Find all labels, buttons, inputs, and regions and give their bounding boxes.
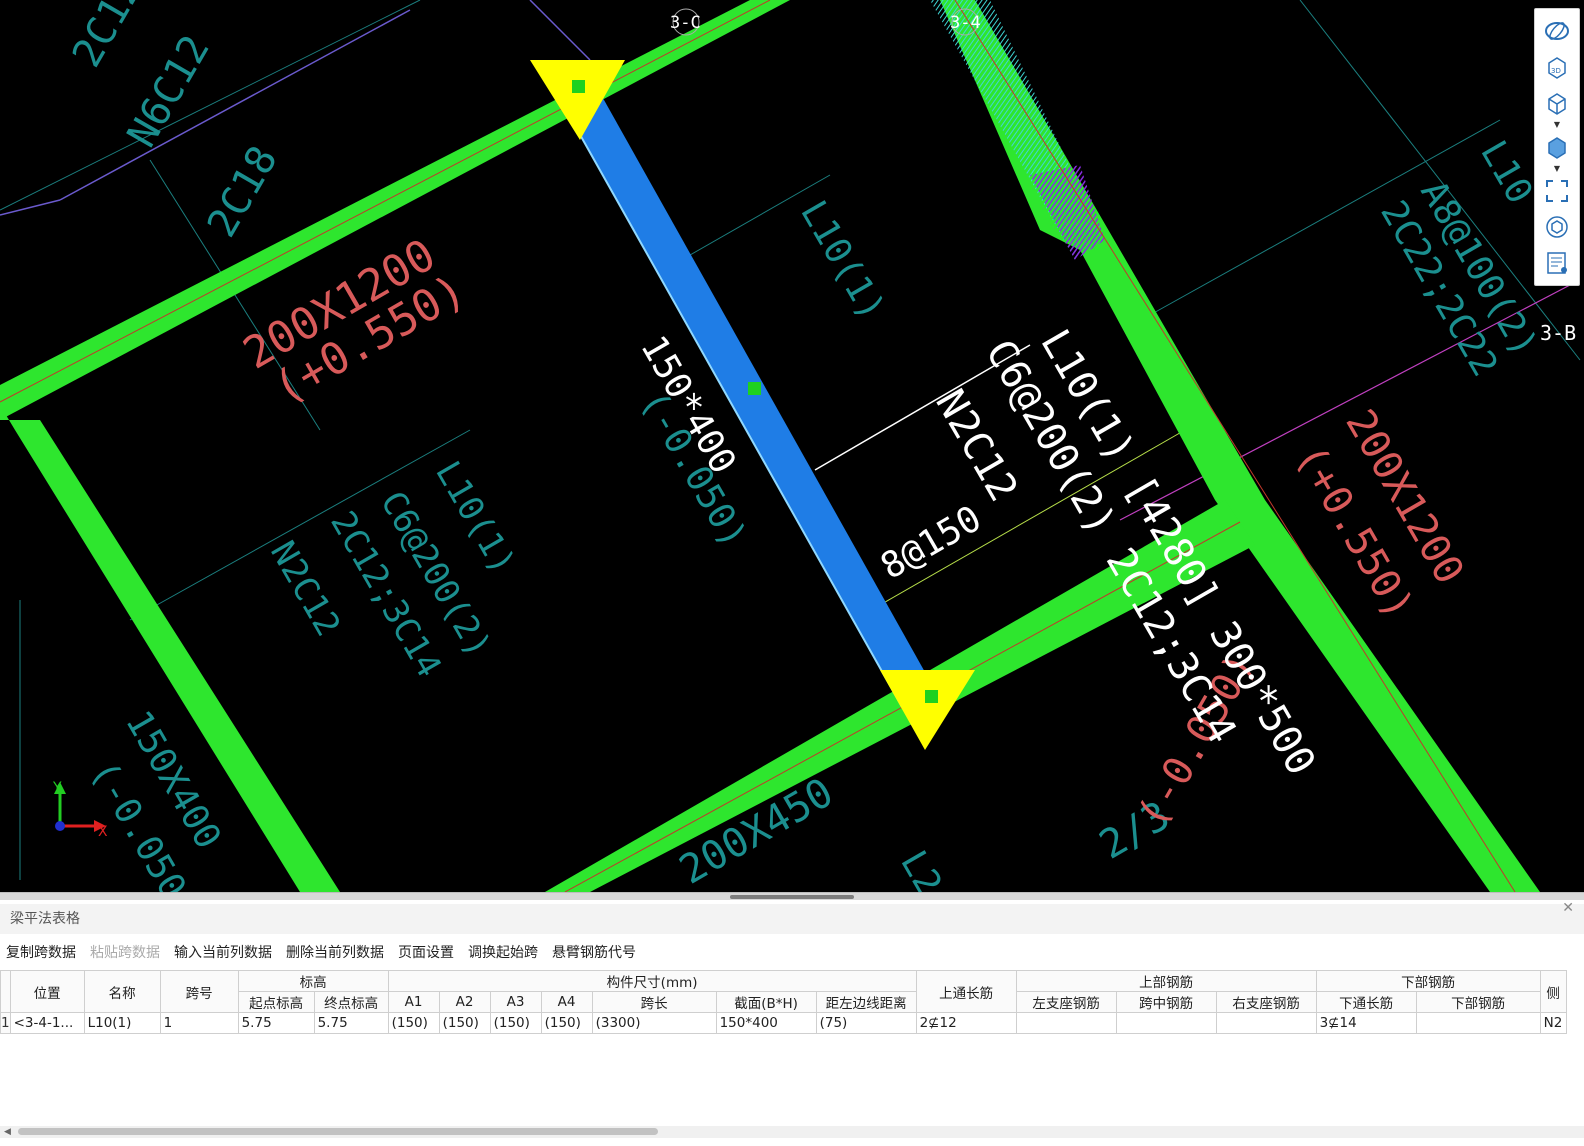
col-edge-dist[interactable]: 距左边线距离	[815, 991, 917, 1013]
col-right-support[interactable]: 右支座钢筋	[1215, 991, 1317, 1013]
paste-span-button[interactable]: 粘贴跨数据	[90, 940, 160, 966]
col-group-top: 上部钢筋	[1015, 970, 1317, 992]
fit-view-icon[interactable]	[1541, 175, 1573, 207]
horizontal-scrollbar[interactable]: ◀	[0, 1126, 1584, 1138]
col-a1[interactable]: A1	[387, 991, 440, 1013]
cell-a3[interactable]: (150)	[489, 1012, 542, 1034]
grip-end-handle[interactable]	[925, 690, 938, 703]
box-view-icon[interactable]	[1541, 87, 1573, 119]
col-span-length[interactable]: 跨长	[591, 991, 717, 1013]
cantilever-code-button[interactable]: 悬臂钢筋代号	[552, 940, 636, 966]
view-toolbar: 3D ▼ ▼	[1534, 8, 1580, 286]
cell-a2[interactable]: (150)	[438, 1012, 491, 1034]
panel-title-bar: 梁平法表格	[0, 904, 1584, 934]
col-mid-span[interactable]: 跨中钢筋	[1115, 991, 1217, 1013]
3d-view-icon[interactable]: 3D	[1541, 51, 1573, 83]
cell-name[interactable]: L10(1)	[83, 1012, 161, 1034]
annot-tr-l10: L10	[1472, 134, 1540, 211]
cell-end-elev[interactable]: 5.75	[313, 1012, 389, 1034]
col-bottom-bar[interactable]: 下部钢筋	[1415, 991, 1541, 1013]
cell-right-support[interactable]	[1215, 1012, 1317, 1034]
axis-y-label: Y	[52, 780, 62, 796]
annot-a8: 8@150	[874, 498, 988, 588]
delete-column-button[interactable]: 删除当前列数据	[286, 940, 384, 966]
col-end-elev[interactable]: 终点标高	[313, 991, 389, 1013]
col-a2[interactable]: A2	[438, 991, 491, 1013]
property-icon[interactable]	[1541, 247, 1573, 279]
cell-span-length[interactable]: (3300)	[591, 1012, 717, 1034]
axis-label-34: 3-4	[950, 13, 981, 33]
view-cube-icon[interactable]	[1541, 211, 1573, 243]
annot-n6c12: N6C12	[119, 28, 219, 155]
ucs-axis-indicator: Y X	[48, 780, 128, 840]
col-bottom-long[interactable]: 下通长筋	[1315, 991, 1417, 1013]
cell-mid-span[interactable]	[1115, 1012, 1217, 1034]
selected-beam[interactable]	[555, 75, 935, 705]
cell-top-long[interactable]: 2⊈12	[915, 1012, 1017, 1034]
col-group-bottom: 下部钢筋	[1315, 970, 1541, 992]
annot-spec-4: N2C12	[262, 535, 348, 644]
grip-start-handle[interactable]	[572, 80, 585, 93]
chevron-down-icon-2[interactable]: ▼	[1554, 165, 1560, 173]
col-group-elev: 标高	[237, 970, 389, 992]
input-column-button[interactable]: 输入当前列数据	[174, 940, 272, 966]
cell-edge-dist[interactable]: (75)	[815, 1012, 917, 1034]
splitter-grip[interactable]	[730, 895, 854, 899]
axis-x-label: X	[98, 824, 108, 840]
col-left-support[interactable]: 左支座钢筋	[1015, 991, 1117, 1013]
panel-title: 梁平法表格	[10, 911, 80, 927]
chevron-down-icon[interactable]: ▼	[1554, 121, 1560, 129]
purple-line-3	[529, 0, 591, 61]
cad-canvas[interactable]: 3-C 3-4 3-B 2C12;2C N6C12 2C18 L10(1) L1…	[0, 0, 1584, 892]
cell-span[interactable]: 1	[159, 1012, 239, 1034]
col-name[interactable]: 名称	[83, 970, 161, 1013]
cad-viewport[interactable]: 3-C 3-4 3-B 2C12;2C N6C12 2C18 L10(1) L1…	[0, 0, 1584, 892]
panel-toolbar: 复制跨数据 粘贴跨数据 输入当前列数据 删除当前列数据 页面设置 调换起始跨 悬…	[0, 940, 636, 966]
annot-l2: L2(1)	[892, 844, 982, 892]
grip-mid-handle[interactable]	[748, 382, 761, 395]
row-index[interactable]: 1	[0, 1012, 11, 1034]
col-side[interactable]: 侧	[1539, 970, 1567, 1013]
close-icon[interactable]: ✕	[1562, 900, 1574, 916]
cell-left-support[interactable]	[1015, 1012, 1117, 1034]
col-position[interactable]: 位置	[9, 970, 85, 1013]
cell-a4[interactable]: (150)	[540, 1012, 593, 1034]
row-header-corner	[0, 970, 11, 1013]
page-setup-button[interactable]: 页面设置	[398, 940, 454, 966]
col-span[interactable]: 跨号	[159, 970, 239, 1013]
cell-section[interactable]: 150*400	[715, 1012, 817, 1034]
solid-view-icon[interactable]	[1541, 131, 1573, 163]
swap-start-span-button[interactable]: 调换起始跨	[468, 940, 538, 966]
svg-text:3D: 3D	[1551, 67, 1561, 75]
axis-label-3c: 3-C	[670, 13, 701, 33]
copy-span-button[interactable]: 复制跨数据	[6, 940, 76, 966]
cell-start-elev[interactable]: 5.75	[237, 1012, 315, 1034]
col-a4[interactable]: A4	[540, 991, 593, 1013]
beam-table: 位置 名称 跨号 标高 构件尺寸(mm) 上通长筋 上部钢筋 下部钢筋 侧 起点…	[0, 970, 1567, 1034]
col-top-long[interactable]: 上通长筋	[915, 970, 1017, 1013]
scroll-left-icon[interactable]: ◀	[4, 1126, 11, 1138]
col-start-elev[interactable]: 起点标高	[237, 991, 315, 1013]
annot-l10-1: L10(1)	[792, 194, 893, 327]
cell-a1[interactable]: (150)	[387, 1012, 440, 1034]
scrollbar-thumb[interactable]	[18, 1128, 658, 1135]
annot-2c18: 2C18	[199, 139, 287, 245]
col-a3[interactable]: A3	[489, 991, 542, 1013]
cell-side[interactable]: N2	[1539, 1012, 1567, 1034]
selected-beam-edge	[555, 91, 903, 708]
cell-bottom-bar[interactable]	[1415, 1012, 1541, 1034]
cell-bottom-long[interactable]: 3⊈14	[1315, 1012, 1417, 1034]
purple-line	[0, 199, 61, 216]
beam-table-panel: 梁平法表格 ✕ 复制跨数据 粘贴跨数据 输入当前列数据 删除当前列数据 页面设置…	[0, 900, 1584, 1146]
orbit-icon[interactable]	[1541, 15, 1573, 47]
cell-position[interactable]: <3-4-1...	[9, 1012, 85, 1034]
col-section[interactable]: 截面(B*H)	[715, 991, 817, 1013]
col-group-size: 构件尺寸(mm)	[387, 970, 917, 992]
table-row[interactable]: 1 <3-4-1... L10(1) 1 5.75 5.75 (150) (15…	[0, 1012, 1567, 1034]
